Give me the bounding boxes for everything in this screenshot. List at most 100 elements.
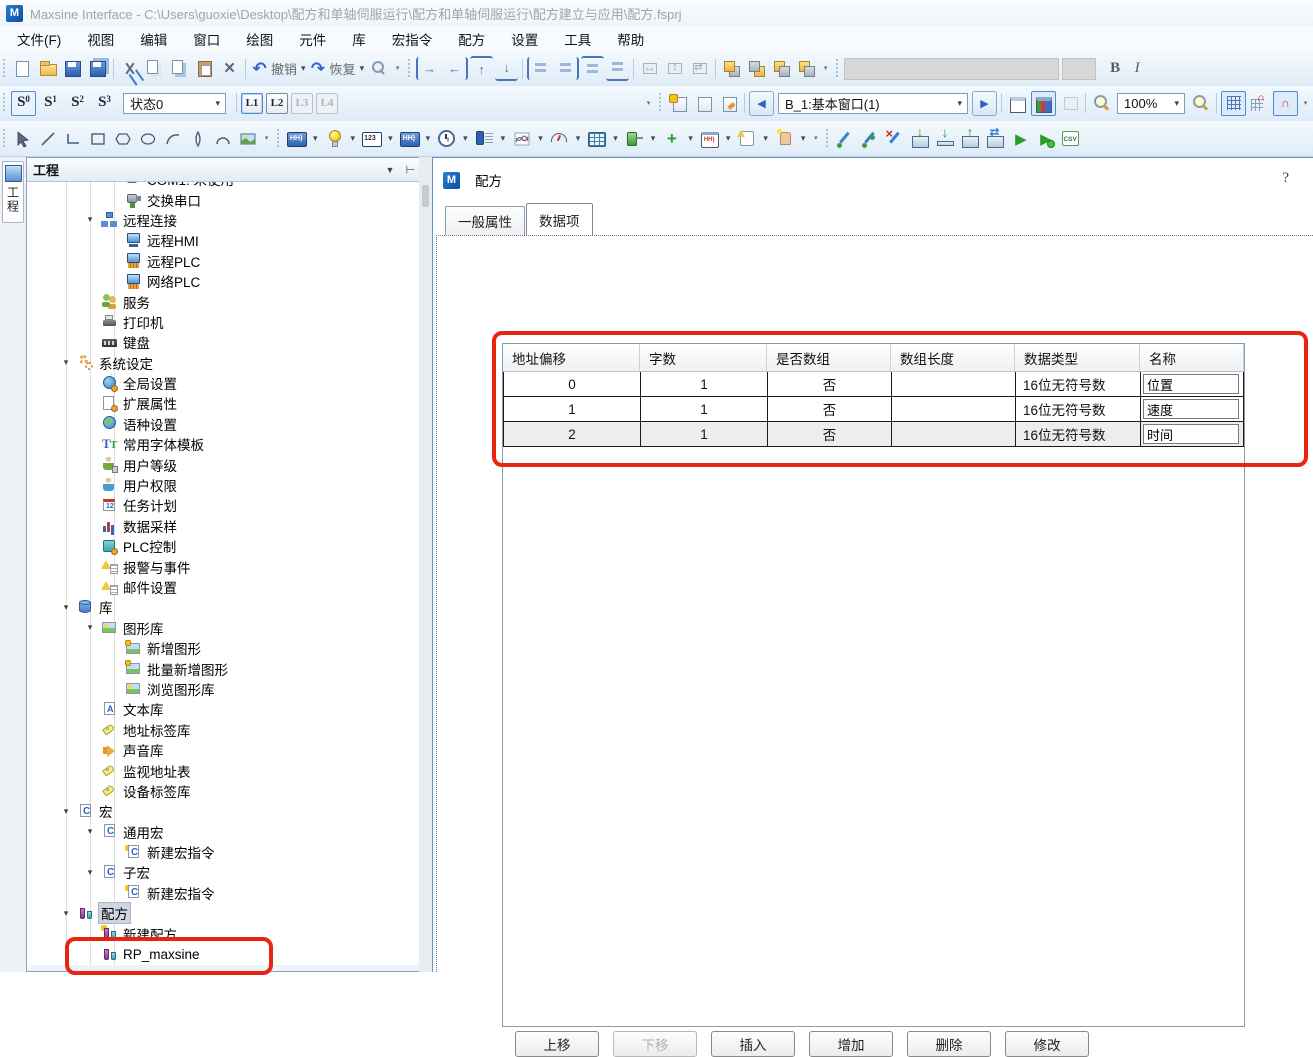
paste-icon[interactable] — [193, 57, 216, 80]
line-icon[interactable] — [36, 127, 59, 150]
same-width-icon[interactable] — [638, 57, 661, 80]
numeric-icon[interactable] — [360, 127, 383, 150]
state-button-S3[interactable]: S3 — [92, 91, 117, 116]
tree-item-监视地址表[interactable]: 监视地址表 — [28, 760, 427, 780]
ellipse-icon[interactable] — [136, 127, 159, 150]
align-bottom-icon[interactable] — [606, 56, 629, 81]
grid-snap-icon[interactable] — [1248, 92, 1271, 115]
shrink-left-icon[interactable] — [416, 57, 441, 80]
valve-icon[interactable] — [623, 127, 646, 150]
clock-icon[interactable] — [435, 127, 458, 150]
toolbar-grip[interactable] — [836, 59, 841, 79]
expander-icon[interactable]: ▾ — [83, 826, 97, 837]
menu-item[interactable]: 编辑 — [127, 26, 180, 52]
clock-dropdown-icon[interactable]: ▾ — [463, 133, 468, 144]
project-side-tab[interactable]: 工程 — [2, 161, 24, 223]
alarm-list-icon[interactable] — [735, 127, 758, 150]
tree-item-地址标签库[interactable]: 地址标签库 — [28, 720, 427, 740]
tree-item-设备标签库[interactable]: 设备标签库 — [28, 781, 427, 801]
redo-icon[interactable] — [309, 57, 328, 80]
redo-button[interactable]: 恢复 — [330, 59, 356, 78]
move-up-layer-icon[interactable] — [770, 57, 793, 80]
pointer-icon[interactable] — [11, 127, 34, 150]
插入-button[interactable]: 插入 — [711, 1031, 795, 1057]
zoom-in-icon[interactable] — [1090, 92, 1113, 115]
tree-item-远程HMI[interactable]: 远程HMI — [28, 230, 427, 250]
tree-item-新增图形[interactable]: 新增图形 — [28, 638, 427, 658]
tab-数据项[interactable]: 数据项 — [526, 203, 593, 235]
column-header-数组长度[interactable]: 数组长度 — [891, 344, 1015, 371]
undo-icon[interactable] — [250, 57, 269, 80]
bit-button-dropdown-icon[interactable]: ▾ — [313, 133, 318, 144]
move-down-layer-icon[interactable] — [795, 57, 818, 80]
tree-item-新建宏指令[interactable]: 新建宏指令 — [28, 842, 427, 862]
toolbar-grip[interactable] — [659, 93, 664, 113]
vesica-icon[interactable] — [186, 127, 209, 150]
bold-button[interactable]: B — [1104, 60, 1126, 77]
meter-dropdown-icon[interactable]: ▾ — [576, 133, 581, 144]
window-edit-icon[interactable] — [717, 92, 740, 115]
layer-button-L3[interactable]: L3 — [291, 93, 313, 114]
tree-item-子宏[interactable]: ▾子宏 — [28, 862, 427, 882]
move-icon[interactable] — [660, 127, 683, 150]
help-button[interactable]: ? — [1282, 170, 1289, 187]
run-online-icon[interactable] — [1034, 127, 1057, 150]
undo-button[interactable]: 撤销 — [271, 59, 297, 78]
menu-item[interactable]: 文件(F) — [4, 26, 74, 52]
name-input[interactable] — [1143, 374, 1239, 394]
shrink-top-icon[interactable] — [470, 56, 493, 81]
tree-item-交换串口[interactable]: 交换串口 — [28, 189, 427, 209]
expander-icon[interactable]: ▾ — [83, 867, 97, 878]
align-left-icon[interactable] — [527, 57, 552, 80]
tree-item-任务计划[interactable]: 任务计划 — [28, 495, 427, 515]
window-colored-icon[interactable] — [1031, 91, 1056, 116]
toolbar-overflow-icon[interactable]: ▾ — [810, 129, 821, 149]
toolbar-overflow-icon[interactable]: ▾ — [643, 93, 654, 113]
tree-item-扩展属性[interactable]: 扩展属性 — [28, 393, 427, 413]
touch-dropdown-icon[interactable]: ▾ — [801, 133, 806, 144]
toolbar-overflow-icon[interactable]: ▾ — [261, 129, 272, 149]
tree-item-宏[interactable]: ▾宏 — [28, 801, 427, 821]
arc-icon[interactable] — [161, 127, 184, 150]
shrink-right-icon[interactable] — [443, 57, 468, 80]
bring-front-icon[interactable] — [720, 57, 743, 80]
align-right-icon[interactable] — [554, 57, 579, 80]
window-plain-icon[interactable] — [1006, 92, 1029, 115]
image-icon[interactable] — [236, 127, 259, 150]
expander-icon[interactable]: ▾ — [59, 806, 73, 817]
state-button-S2[interactable]: S2 — [65, 91, 90, 116]
tree-item-打印机[interactable]: 打印机 — [28, 312, 427, 332]
column-header-数据类型[interactable]: 数据类型 — [1015, 344, 1140, 371]
tree-item-语种设置[interactable]: 语种设置 — [28, 414, 427, 434]
save-all-icon[interactable] — [86, 57, 109, 80]
table-row[interactable]: 11否16位无符号数 — [504, 397, 1243, 422]
tree-item-配方[interactable]: ▾配方 — [28, 903, 427, 923]
tree-item-远程PLC[interactable]: 远程PLC — [28, 251, 427, 271]
zoom-out-icon[interactable] — [1189, 92, 1212, 115]
polygon-icon[interactable] — [111, 127, 134, 150]
trend-dropdown-icon[interactable]: ▾ — [538, 133, 543, 144]
same-size-icon[interactable] — [688, 57, 711, 80]
expander-icon[interactable]: ▾ — [59, 908, 73, 919]
tree-item-浏览图形库[interactable]: 浏览图形库 — [28, 679, 427, 699]
bar-list-icon[interactable] — [473, 127, 496, 150]
align-top-icon[interactable] — [581, 56, 604, 81]
new-file-icon[interactable] — [11, 57, 34, 80]
save-icon[interactable] — [61, 57, 84, 80]
word-button-icon[interactable] — [398, 127, 421, 150]
menu-item[interactable]: 绘图 — [233, 26, 286, 52]
toolbar-overflow-icon[interactable]: ▾ — [1300, 93, 1311, 113]
toolbar-grip[interactable] — [3, 59, 8, 79]
table-row[interactable]: 01否16位无符号数 — [504, 372, 1243, 397]
column-header-是否数组[interactable]: 是否数组 — [767, 344, 891, 371]
table-icon[interactable] — [585, 127, 608, 150]
tree-item-邮件设置[interactable]: 邮件设置 — [28, 577, 427, 597]
same-height-icon[interactable] — [663, 57, 686, 80]
menu-item[interactable]: 窗口 — [180, 26, 233, 52]
layer-button-L1[interactable]: L1 — [241, 93, 263, 114]
expander-icon[interactable]: ▾ — [59, 602, 73, 613]
trend-icon[interactable] — [510, 127, 533, 150]
column-header-地址偏移[interactable]: 地址偏移 — [503, 344, 640, 371]
expander-icon[interactable]: ▾ — [83, 214, 97, 225]
clear-compile-icon[interactable] — [884, 127, 907, 150]
